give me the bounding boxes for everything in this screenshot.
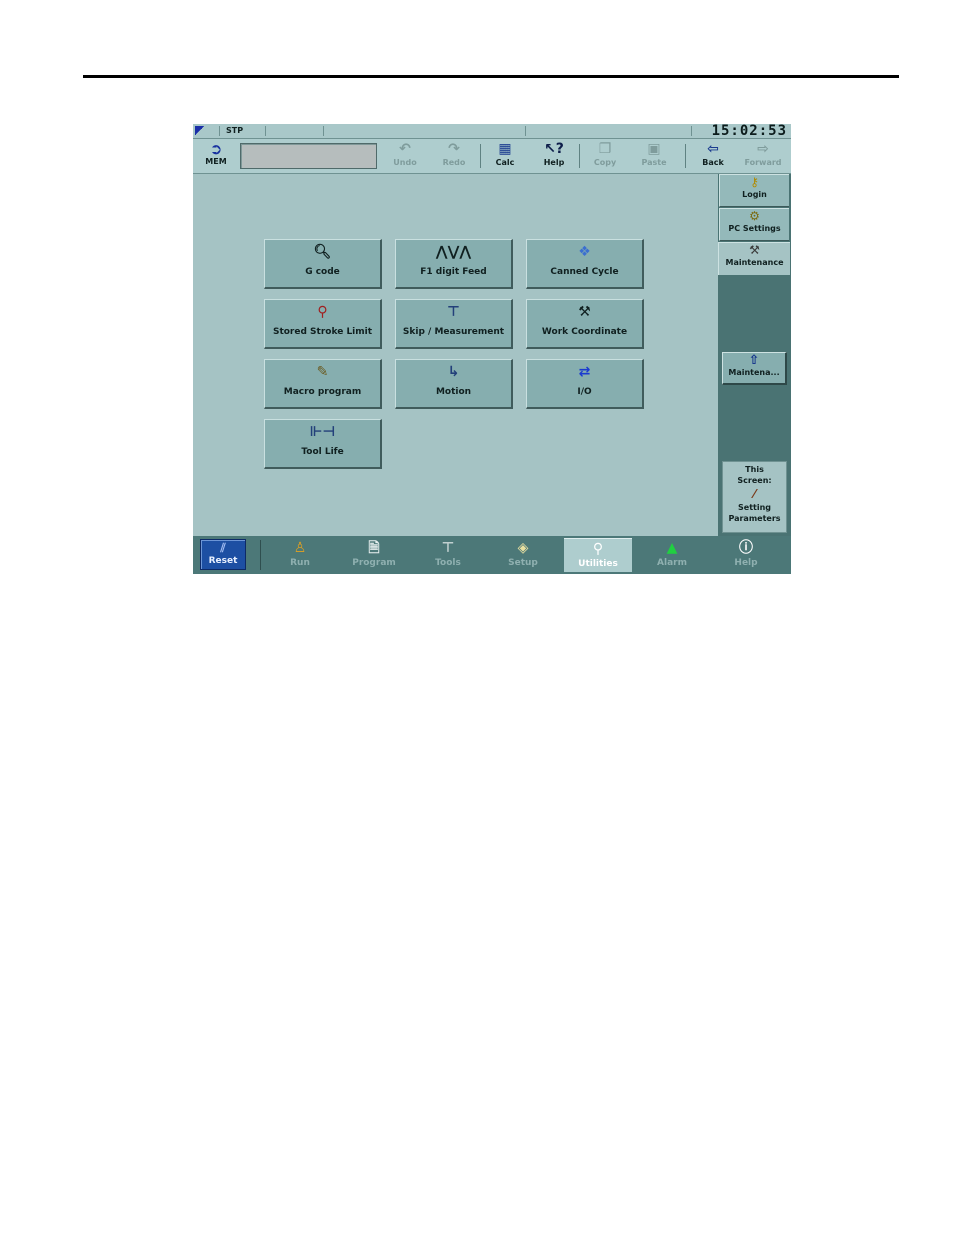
nav-tools[interactable]: ⊤ Tools xyxy=(414,538,482,572)
forward-button[interactable]: ⇨ Forward xyxy=(741,141,785,171)
skip-measurement-icon: ⊤ xyxy=(447,304,460,320)
forward-arrow-icon: ⇨ xyxy=(757,141,769,157)
g-code-button[interactable]: 🔍︎ G code xyxy=(264,239,382,289)
nav-help[interactable]: ⓘ Help xyxy=(712,538,780,572)
tab-maintenance[interactable]: ⚒ Maintenance xyxy=(718,242,790,275)
screwdriver-icon: ⁄ xyxy=(753,487,756,501)
maintenance-button[interactable]: ⇧ Maintena... xyxy=(722,352,787,385)
machine-mode: STP xyxy=(226,126,244,135)
macro-program-button[interactable]: ✎ Macro program xyxy=(264,359,382,409)
right-panel: ⚷ Login ⚙ PC Settings ⚒ Maintenance ⇧ Ma… xyxy=(718,174,791,536)
f1-digit-feed-button[interactable]: ⋀⋁⋀ F1 digit Feed xyxy=(395,239,513,289)
status-bar: STP 15:02:53 xyxy=(193,124,791,139)
tab-login[interactable]: ⚷ Login xyxy=(719,174,789,207)
help-button[interactable]: ↖? Help xyxy=(532,141,576,171)
canned-cycle-button[interactable]: ❖ Canned Cycle xyxy=(526,239,644,289)
undo-icon: ↶ xyxy=(399,141,411,157)
motion-button[interactable]: ↳ Motion xyxy=(395,359,513,409)
paste-button[interactable]: ▣ Paste xyxy=(632,141,676,171)
tool-life-icon: ⊩⊣ xyxy=(309,424,336,440)
input-display-field[interactable] xyxy=(240,143,377,169)
undo-button[interactable]: ↶ Undo xyxy=(383,141,427,171)
io-arrows-icon: ⇄ xyxy=(578,364,591,380)
mem-button[interactable]: ➲ MEM xyxy=(199,141,233,171)
clock: 15:02:53 xyxy=(711,124,787,139)
work-coordinate-icon: ⚒ xyxy=(578,304,591,320)
nav-utilities[interactable]: ⚲ Utilities xyxy=(564,538,632,572)
mem-icon: ➲ xyxy=(209,140,223,158)
g-code-icon: 🔍︎ xyxy=(313,244,332,260)
stroke-limit-icon: ⚲ xyxy=(317,304,328,320)
feed-icon: ⋀⋁⋀ xyxy=(435,244,472,260)
pc-settings-icon: ⚙ xyxy=(749,209,760,223)
motion-icon: ↳ xyxy=(447,364,460,380)
tools-icon: ⊤ xyxy=(441,540,455,556)
calc-button[interactable]: ▦ Calc xyxy=(483,141,527,171)
nav-program[interactable]: 🗎︎ Program xyxy=(340,538,408,572)
bottom-nav-bar: ⫽ Reset ♙ Run 🗎︎ Program ⊤ Tools ◈ Setup… xyxy=(193,536,791,574)
nav-setup[interactable]: ◈ Setup xyxy=(489,538,557,572)
reset-icon: ⫽ xyxy=(220,541,226,555)
work-coordinate-button[interactable]: ⚒ Work Coordinate xyxy=(526,299,644,349)
alarm-light-icon: ▲ xyxy=(666,540,678,556)
canned-cycle-icon: ❖ xyxy=(578,244,591,260)
io-button[interactable]: ⇄ I/O xyxy=(526,359,644,409)
this-screen-info: This Screen: ⁄ Setting Parameters xyxy=(722,461,787,533)
skip-measurement-button[interactable]: ⊤ Skip / Measurement xyxy=(395,299,513,349)
cnc-screen: STP 15:02:53 ➲ MEM ↶ Undo ↷ Redo ▦ Calc … xyxy=(193,124,791,574)
redo-button[interactable]: ↷ Redo xyxy=(432,141,476,171)
copy-button[interactable]: ❐ Copy xyxy=(583,141,627,171)
stored-stroke-limit-button[interactable]: ⚲ Stored Stroke Limit xyxy=(264,299,382,349)
help-icon: ↖? xyxy=(544,141,564,157)
maintenance-icon: ⚒ xyxy=(749,243,760,257)
back-arrow-icon: ⇦ xyxy=(707,141,719,157)
utilities-icon: ⚲ xyxy=(592,541,604,557)
key-icon: ⚷ xyxy=(750,175,759,189)
mem-label: MEM xyxy=(205,157,227,166)
toolbar: ➲ MEM ↶ Undo ↷ Redo ▦ Calc ↖? Help ❐ Cop… xyxy=(193,139,791,174)
maintenance-up-icon: ⇧ xyxy=(748,353,760,368)
brand-logo-icon xyxy=(195,126,205,135)
copy-icon: ❐ xyxy=(598,141,612,157)
tool-life-button[interactable]: ⊩⊣ Tool Life xyxy=(264,419,382,469)
setup-icon: ◈ xyxy=(517,540,529,556)
reset-button[interactable]: ⫽ Reset xyxy=(200,539,246,570)
page-header-rule xyxy=(83,75,899,78)
back-button[interactable]: ⇦ Back xyxy=(691,141,735,171)
program-icon: 🗎︎ xyxy=(368,540,380,556)
nav-alarm[interactable]: ▲ Alarm xyxy=(638,538,706,572)
nav-run[interactable]: ♙ Run xyxy=(266,538,334,572)
info-icon: ⓘ xyxy=(739,540,753,556)
macro-program-icon: ✎ xyxy=(316,364,329,380)
tab-pc-settings[interactable]: ⚙ PC Settings xyxy=(719,208,789,241)
paste-icon: ▣ xyxy=(647,141,661,157)
calculator-icon: ▦ xyxy=(498,141,512,157)
run-icon: ♙ xyxy=(293,540,307,556)
redo-icon: ↷ xyxy=(448,141,460,157)
